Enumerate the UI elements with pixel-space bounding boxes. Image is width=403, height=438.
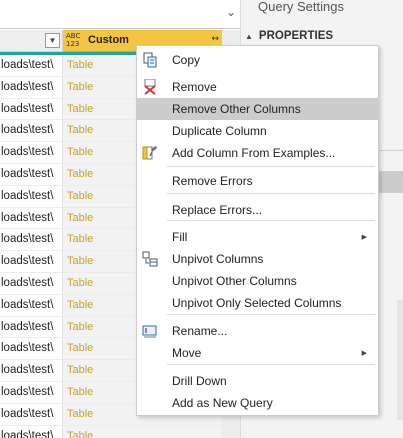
folder-path-cell[interactable]: loads\test\ bbox=[0, 163, 63, 185]
folder-path-cell[interactable]: loads\test\ bbox=[0, 338, 63, 360]
folder-path-cell[interactable]: loads\test\ bbox=[0, 316, 63, 338]
menu-item-label: Copy bbox=[172, 53, 201, 67]
menu-item-move[interactable]: Move ▶ bbox=[137, 342, 378, 364]
pane-scrollbar[interactable] bbox=[397, 300, 403, 420]
menu-item-label: Move bbox=[172, 346, 202, 360]
menu-item-label: Fill bbox=[172, 230, 188, 244]
menu-item-drill-down[interactable]: Drill Down bbox=[137, 370, 378, 392]
expand-column-icon[interactable]: ↔ bbox=[211, 34, 219, 44]
folder-path-cell[interactable]: loads\test\ bbox=[0, 403, 63, 425]
menu-item-unpivot-columns[interactable]: Unpivot Columns bbox=[137, 248, 378, 270]
custom-cell[interactable]: Table bbox=[63, 425, 222, 438]
menu-item-label: Add Column From Examples... bbox=[172, 146, 336, 160]
menu-item-unpivot-only-selected-columns[interactable]: Unpivot Only Selected Columns bbox=[137, 292, 378, 314]
any-type-icon[interactable]: ABC 123 bbox=[66, 32, 84, 48]
menu-item-replace-errors[interactable]: Replace Errors... bbox=[137, 199, 378, 221]
folder-path-cell[interactable]: loads\test\ bbox=[0, 381, 63, 403]
column-header-label: Custom bbox=[88, 34, 129, 46]
column-filter-button[interactable]: ▼ bbox=[45, 33, 60, 48]
folder-path-cell[interactable]: loads\test\ bbox=[0, 272, 63, 294]
menu-item-label: Replace Errors... bbox=[172, 203, 263, 217]
collapse-triangle-icon[interactable]: ▲ bbox=[245, 32, 253, 41]
menu-item-label: Rename... bbox=[172, 324, 228, 338]
menu-item-label: Unpivot Other Columns bbox=[172, 274, 297, 288]
applied-step-selected[interactable] bbox=[377, 171, 403, 193]
folder-path-cell[interactable]: loads\test\ bbox=[0, 185, 63, 207]
menu-item-fill[interactable]: Fill ▶ bbox=[137, 226, 378, 248]
menu-separator bbox=[167, 166, 375, 167]
folder-path-cell[interactable]: loads\test\ bbox=[0, 120, 63, 142]
menu-item-label: Unpivot Columns bbox=[172, 252, 264, 266]
copy-icon bbox=[142, 52, 158, 68]
unpivot-icon bbox=[142, 251, 158, 267]
menu-item-add-as-new-query[interactable]: Add as New Query bbox=[137, 392, 378, 414]
menu-item-label: Duplicate Column bbox=[172, 124, 267, 138]
menu-item-label: Add as New Query bbox=[172, 396, 273, 410]
column-header-folder-path[interactable]: ▼ bbox=[0, 30, 63, 52]
menu-item-label: Unpivot Only Selected Columns bbox=[172, 296, 342, 310]
chevron-down-icon[interactable]: ⌄ bbox=[222, 0, 240, 28]
table-row[interactable]: loads\test\ Table bbox=[0, 425, 222, 438]
column-context-menu: Copy Remove Remove Other Columns Duplicate … bbox=[136, 45, 379, 416]
folder-path-cell[interactable]: loads\test\ bbox=[0, 294, 63, 316]
folder-path-cell[interactable]: loads\test\ bbox=[0, 207, 63, 229]
formula-bar-area bbox=[0, 0, 240, 30]
menu-item-unpivot-other-columns[interactable]: Unpivot Other Columns bbox=[137, 270, 378, 292]
menu-item-duplicate-column[interactable]: Duplicate Column bbox=[137, 120, 378, 142]
menu-item-copy[interactable]: Copy bbox=[137, 49, 378, 71]
menu-separator bbox=[167, 314, 375, 315]
menu-separator bbox=[167, 193, 375, 194]
properties-label: PROPERTIES bbox=[258, 30, 334, 42]
rename-icon bbox=[142, 323, 158, 339]
menu-item-label: Remove bbox=[172, 80, 217, 94]
folder-path-cell[interactable]: loads\test\ bbox=[0, 229, 63, 251]
menu-item-label: Remove Other Columns bbox=[172, 102, 301, 116]
remove-icon bbox=[142, 78, 158, 95]
properties-section-header[interactable]: ▲ PROPERTIES bbox=[245, 30, 333, 42]
submenu-arrow-icon: ▶ bbox=[361, 349, 367, 357]
menu-item-remove-other-columns[interactable]: Remove Other Columns bbox=[137, 98, 378, 120]
menu-item-rename[interactable]: Rename... bbox=[137, 320, 378, 342]
divider bbox=[0, 28, 240, 29]
folder-path-cell[interactable]: loads\test\ bbox=[0, 360, 63, 381]
folder-path-cell[interactable]: loads\test\ bbox=[0, 251, 63, 272]
menu-item-remove[interactable]: Remove bbox=[137, 76, 378, 98]
pane-title: Query Settings bbox=[258, 0, 344, 14]
folder-path-cell[interactable]: loads\test\ bbox=[0, 55, 63, 76]
menu-separator bbox=[167, 364, 375, 365]
folder-path-cell[interactable]: loads\test\ bbox=[0, 425, 63, 438]
menu-item-add-column-from-examples[interactable]: Add Column From Examples... bbox=[137, 142, 378, 164]
menu-item-label: Remove Errors bbox=[172, 174, 253, 188]
folder-path-cell[interactable]: loads\test\ bbox=[0, 98, 63, 120]
submenu-arrow-icon: ▶ bbox=[361, 233, 367, 241]
menu-item-remove-errors[interactable]: Remove Errors bbox=[137, 170, 378, 192]
folder-path-cell[interactable]: loads\test\ bbox=[0, 76, 63, 98]
folder-path-cell[interactable]: loads\test\ bbox=[0, 142, 63, 163]
add-column-examples-icon bbox=[142, 145, 158, 161]
menu-item-label: Drill Down bbox=[172, 374, 227, 388]
